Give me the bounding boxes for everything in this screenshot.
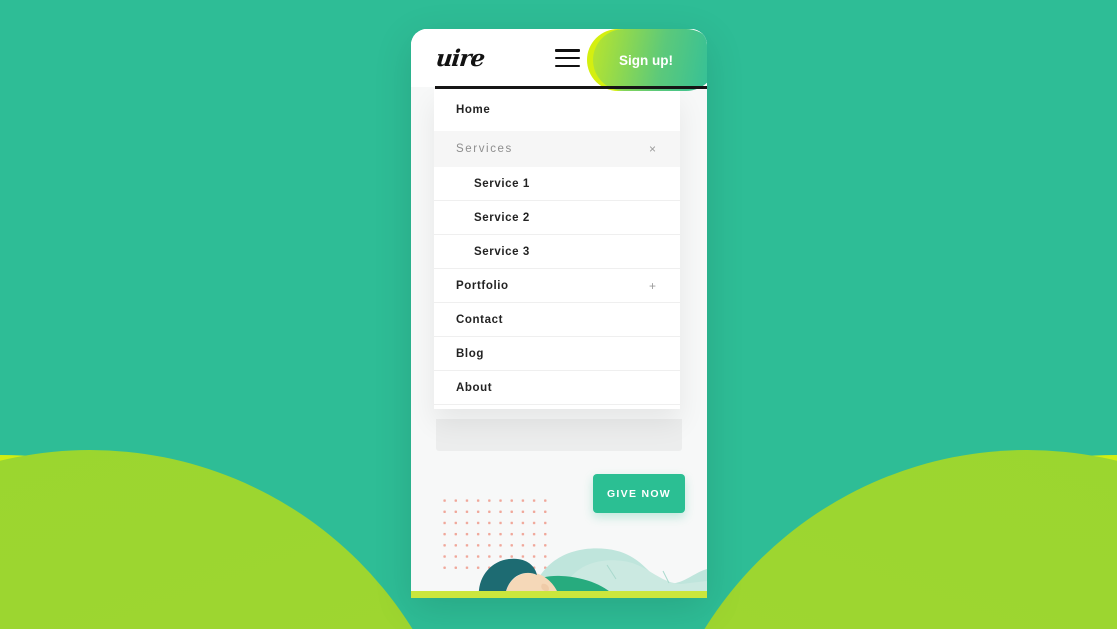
hamburger-bar-3 — [555, 64, 580, 67]
phone-mockup: uire Sign up! Home Services × Service 1 … — [411, 29, 707, 598]
logo[interactable]: uire — [411, 29, 509, 87]
menu-item-label: Home — [456, 104, 491, 116]
close-icon[interactable]: × — [649, 143, 656, 155]
menu-item-home[interactable]: Home — [434, 89, 680, 131]
submenu-item-label: Service 2 — [474, 211, 530, 224]
app-header: uire Sign up! — [411, 29, 707, 91]
plus-icon[interactable]: + — [649, 280, 656, 292]
submenu-item-label: Service 3 — [474, 245, 530, 258]
ground-strip — [411, 591, 707, 598]
give-now-row: GIVE NOW — [411, 474, 707, 513]
menu-item-portfolio[interactable]: Portfolio + — [434, 269, 680, 303]
submenu-item-service-1[interactable]: Service 1 — [434, 167, 680, 201]
signup-button[interactable]: Sign up! — [593, 29, 707, 91]
logo-text: uire — [434, 44, 486, 72]
menu-item-label: Services — [456, 143, 513, 155]
give-now-button[interactable]: GIVE NOW — [593, 474, 685, 513]
hamburger-bar-2 — [555, 56, 580, 60]
hamburger-bar-1 — [555, 49, 580, 52]
header-divider — [435, 86, 707, 89]
menu-item-contact[interactable]: Contact — [434, 303, 680, 337]
menu-item-label: Portfolio — [456, 279, 509, 292]
menu-item-about[interactable]: About — [434, 371, 680, 405]
submenu-item-label: Service 1 — [474, 177, 530, 190]
menu-item-label: Blog — [456, 347, 484, 360]
navigation-menu: Home Services × Service 1 Service 2 Serv… — [434, 89, 680, 409]
menu-item-label: Contact — [456, 313, 504, 326]
submenu-item-service-2[interactable]: Service 2 — [434, 201, 680, 235]
menu-item-services[interactable]: Services × — [434, 131, 680, 167]
background-circle-left-green — [0, 450, 470, 629]
menu-shadow-bar — [436, 419, 682, 451]
hamburger-icon[interactable] — [555, 49, 580, 67]
menu-item-label: About — [456, 381, 493, 394]
background-circle-right-green — [647, 450, 1117, 629]
menu-item-blog[interactable]: Blog — [434, 337, 680, 371]
submenu-item-service-3[interactable]: Service 3 — [434, 235, 680, 269]
